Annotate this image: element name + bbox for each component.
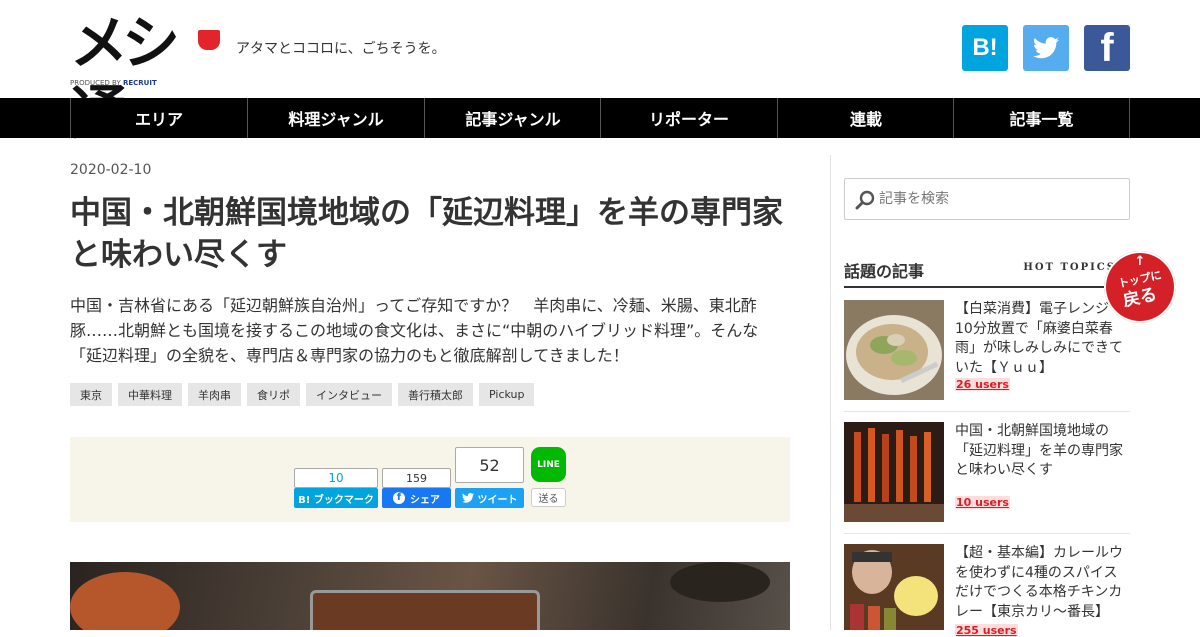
popular-thumb-2[interactable] — [844, 422, 944, 522]
line-send-button[interactable]: 送る — [531, 488, 566, 507]
search-input[interactable] — [879, 187, 1119, 211]
hatena-bookmark-button[interactable]: B! — [962, 25, 1008, 71]
popular-thumb-1[interactable] — [844, 300, 944, 400]
thumb-image-3 — [844, 544, 944, 630]
nav-item-reporter[interactable]: リポーター — [600, 98, 777, 138]
facebook-circle-icon: f — [393, 492, 405, 504]
recruit-label: RECRUIT — [122, 79, 157, 87]
article-hero-image — [70, 562, 790, 630]
facebook-icon: f — [1100, 25, 1114, 70]
popular-item-title[interactable]: 【超・基本編】カレールウを使わずに4種のスパイスだけでつくる本格チキンカレー【東… — [955, 544, 1127, 622]
hero-dish-right — [670, 562, 770, 602]
produced-by-label: PRODUCED BY — [70, 79, 121, 87]
nav-item-area[interactable]: エリア — [70, 98, 247, 138]
article-lead: 中国・吉林省にある「延辺朝鮮族自治州」ってご存知ですか？ 羊肉串に、冷麺、米腸、… — [70, 296, 759, 365]
popular-item-title[interactable]: 【白菜消費】電子レンジで10分放置で「麻婆白菜春雨」が味しみしみにできていた【Ｙ… — [955, 300, 1127, 378]
site-header: メシ通 PRODUCED BY RECRUIT アタマとココロに、ごちそうを。 … — [0, 0, 1200, 147]
nav-item-all-articles[interactable]: 記事一覧 — [953, 98, 1130, 138]
nav-item-series[interactable]: 連載 — [777, 98, 954, 138]
thumb-image-2 — [844, 422, 944, 522]
popular-item[interactable]: 【超・基本編】カレールウを使わずに4種のスパイスだけでつくる本格チキンカレー【東… — [844, 544, 1130, 637]
popular-item-users[interactable]: 255 users — [955, 624, 1018, 637]
twitter-icon — [1033, 37, 1059, 59]
nav-item-article-genre[interactable]: 記事ジャンル — [424, 98, 601, 138]
hatena-share-button[interactable]: B! ブックマーク — [294, 488, 378, 508]
tag-tokyo[interactable]: 東京 — [70, 383, 112, 406]
line-icon[interactable]: LINE — [531, 447, 566, 482]
back-to-top-button[interactable]: ↑ トップに 戻る — [1104, 251, 1176, 323]
up-arrow-icon: ↑ — [1134, 254, 1146, 269]
article-date: 2020-02-10 — [70, 162, 152, 178]
popular-title: 話題の記事 — [844, 262, 925, 281]
tag-author[interactable]: 善行積太郎 — [398, 383, 473, 406]
tag-list: 東京 中華料理 羊肉串 食リポ インタビュー 善行積太郎 Pickup — [70, 383, 535, 406]
twitter-small-icon — [461, 493, 474, 503]
produced-by: PRODUCED BY RECRUIT — [70, 79, 157, 87]
tag-interview[interactable]: インタビュー — [306, 383, 392, 406]
popular-item-users[interactable]: 26 users — [955, 378, 1010, 391]
divider — [844, 411, 1130, 412]
twitter-share-button[interactable]: ツイート — [455, 488, 524, 508]
popular-subtitle: HOT TOPICS — [1023, 262, 1116, 273]
tag-lamb-skewer[interactable]: 羊肉串 — [188, 383, 241, 406]
tag-food-report[interactable]: 食リポ — [247, 383, 300, 406]
tag-pickup[interactable]: Pickup — [479, 383, 535, 406]
hatena-icon: B! — [972, 34, 998, 61]
facebook-count: 159 — [382, 468, 451, 488]
logo-bowl-icon — [198, 30, 220, 50]
facebook-share-button[interactable]: f シェア — [382, 488, 451, 508]
divider — [844, 533, 1130, 534]
search-box — [844, 178, 1130, 220]
facebook-button[interactable]: f — [1084, 25, 1130, 71]
popular-item-title[interactable]: 中国・北朝鮮国境地域の「延辺料理」を羊の専門家と味わい尽くす — [955, 422, 1127, 481]
hero-dish-center — [310, 590, 540, 630]
site-logo[interactable]: メシ通 PRODUCED BY RECRUIT — [70, 8, 220, 147]
tag-chinese[interactable]: 中華料理 — [118, 383, 182, 406]
search-icon — [855, 190, 875, 210]
twitter-count: 52 — [455, 447, 524, 483]
thumb-image-1 — [844, 300, 944, 400]
hero-dish-left — [70, 572, 180, 630]
facebook-share-label: シェア — [410, 494, 440, 506]
site-tagline: アタマとココロに、ごちそうを。 — [236, 41, 446, 57]
hatena-count: 10 — [294, 468, 378, 488]
twitter-button[interactable] — [1023, 25, 1069, 71]
column-divider — [830, 155, 831, 630]
popular-item[interactable]: 中国・北朝鮮国境地域の「延辺料理」を羊の専門家と味わい尽くす 10 users — [844, 422, 1130, 522]
popular-thumb-3[interactable] — [844, 544, 944, 630]
global-nav: エリア 料理ジャンル 記事ジャンル リポーター 連載 記事一覧 — [0, 98, 1200, 138]
popular-item[interactable]: 【白菜消費】電子レンジで10分放置で「麻婆白菜春雨」が味しみしみにできていた【Ｙ… — [844, 300, 1130, 400]
twitter-share-label: ツイート — [477, 494, 518, 506]
nav-item-cuisine-genre[interactable]: 料理ジャンル — [247, 98, 424, 138]
popular-item-users[interactable]: 10 users — [955, 496, 1010, 509]
article-title: 中国・北朝鮮国境地域の「延辺料理」を羊の専門家と味わい尽くす — [70, 195, 783, 273]
popular-heading: 話題の記事 HOT TOPICS — [844, 258, 1130, 288]
